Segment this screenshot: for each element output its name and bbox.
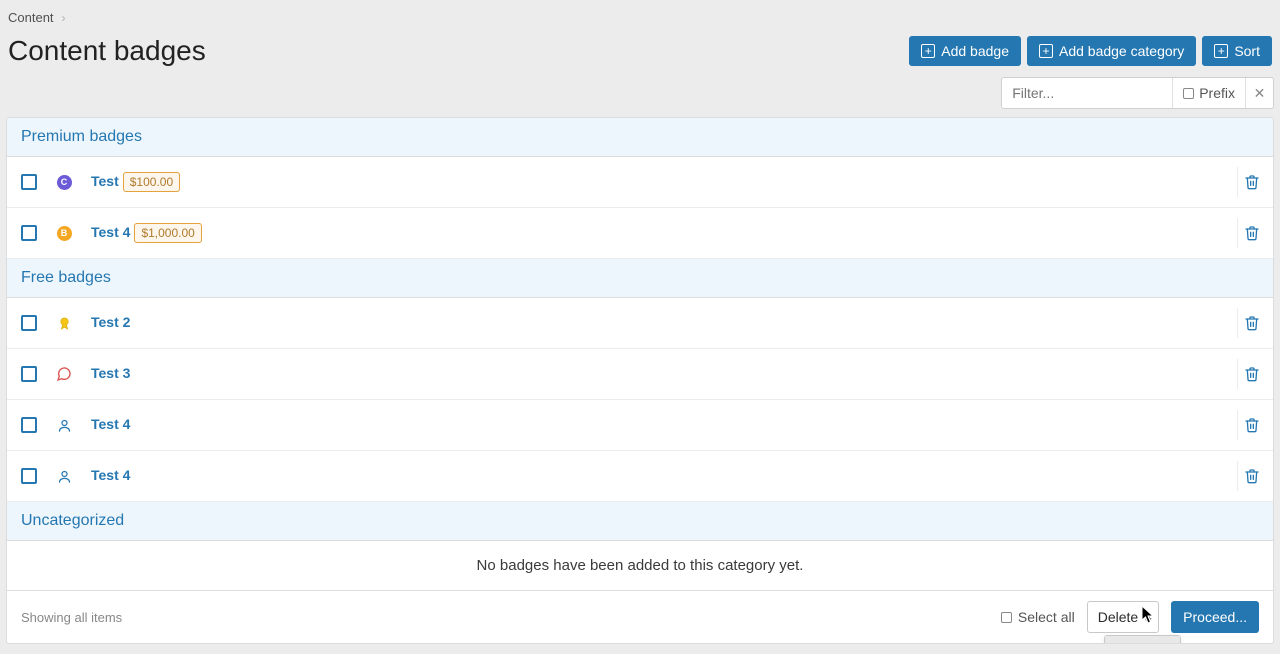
checkbox-icon xyxy=(1001,612,1012,623)
add-category-label: Add badge category xyxy=(1059,43,1184,59)
badge-name: Test 4 xyxy=(91,416,130,432)
updown-icon: ⇅ xyxy=(1143,611,1152,624)
badge-row: C Test$100.00 xyxy=(7,157,1273,208)
badge-name: Test 4 xyxy=(91,467,130,483)
delete-button[interactable] xyxy=(1237,461,1273,491)
filter-box: Prefix ✕ xyxy=(1001,77,1274,109)
row-checkbox[interactable] xyxy=(21,366,37,382)
row-checkbox[interactable] xyxy=(21,468,37,484)
badge-icon: B xyxy=(55,224,73,242)
close-icon: ✕ xyxy=(1254,85,1266,102)
add-badge-label: Add badge xyxy=(941,43,1009,59)
trash-icon xyxy=(1244,366,1260,382)
badge-name: Test 2 xyxy=(91,314,130,330)
delete-button[interactable] xyxy=(1237,410,1273,440)
badge-row: Test 4 xyxy=(7,451,1273,502)
breadcrumb: Content › xyxy=(6,6,1274,35)
category-header[interactable]: Premium badges xyxy=(7,118,1273,157)
category-header[interactable]: Free badges xyxy=(7,259,1273,298)
badge-row: B Test 4$1,000.00 xyxy=(7,208,1273,259)
proceed-button[interactable]: Proceed... xyxy=(1171,601,1259,633)
badge-link[interactable]: Test 4 xyxy=(91,467,130,485)
price-tag: $100.00 xyxy=(123,172,180,192)
badge-row: Test 4 xyxy=(7,400,1273,451)
sort-label: Sort xyxy=(1234,43,1260,59)
badge-icon xyxy=(55,467,73,485)
chevron-right-icon: › xyxy=(62,11,66,25)
delete-button[interactable] xyxy=(1237,308,1273,338)
plus-icon: + xyxy=(1039,44,1053,58)
prefix-toggle[interactable]: Prefix xyxy=(1172,78,1245,108)
filter-clear-button[interactable]: ✕ xyxy=(1245,78,1273,108)
row-checkbox[interactable] xyxy=(21,315,37,331)
badge-icon: C xyxy=(55,173,73,191)
delete-button[interactable] xyxy=(1237,359,1273,389)
empty-message: No badges have been added to this catego… xyxy=(7,541,1273,591)
delete-button[interactable] xyxy=(1237,167,1273,197)
badge-icon xyxy=(55,416,73,434)
breadcrumb-item[interactable]: Content xyxy=(8,10,54,25)
plus-icon: + xyxy=(1214,44,1228,58)
filter-input[interactable] xyxy=(1002,78,1172,108)
delete-button[interactable] xyxy=(1237,218,1273,248)
select-all-toggle[interactable]: Select all xyxy=(1001,609,1075,625)
prefix-label: Prefix xyxy=(1199,85,1235,101)
action-dropdown: DeleteDisableEnable xyxy=(1104,635,1181,644)
badges-panel: Premium badgesCTest$100.00BTest 4$1,000.… xyxy=(6,117,1274,644)
badge-link[interactable]: Test 2 xyxy=(91,314,130,332)
add-badge-button[interactable]: + Add badge xyxy=(909,36,1021,66)
checkbox-icon xyxy=(1183,88,1194,99)
action-select-value: Delete xyxy=(1098,609,1138,625)
price-tag: $1,000.00 xyxy=(134,223,201,243)
footer-status: Showing all items xyxy=(21,610,989,625)
badge-link[interactable]: Test 3 xyxy=(91,365,130,383)
row-checkbox[interactable] xyxy=(21,225,37,241)
row-checkbox[interactable] xyxy=(21,417,37,433)
badge-name: Test 3 xyxy=(91,365,130,381)
badge-icon xyxy=(55,314,73,332)
dropdown-item[interactable]: Delete xyxy=(1105,636,1180,644)
badge-link[interactable]: Test 4 xyxy=(91,416,130,434)
trash-icon xyxy=(1244,315,1260,331)
badge-name: Test xyxy=(91,173,119,189)
page-title: Content badges xyxy=(8,35,206,67)
sort-button[interactable]: + Sort xyxy=(1202,36,1272,66)
badge-link[interactable]: Test$100.00 xyxy=(91,173,180,191)
trash-icon xyxy=(1244,417,1260,433)
plus-icon: + xyxy=(921,44,935,58)
add-badge-category-button[interactable]: + Add badge category xyxy=(1027,36,1196,66)
badge-icon xyxy=(55,365,73,383)
category-header[interactable]: Uncategorized xyxy=(7,502,1273,541)
select-all-label: Select all xyxy=(1018,609,1075,625)
badge-link[interactable]: Test 4$1,000.00 xyxy=(91,224,202,242)
trash-icon xyxy=(1244,225,1260,241)
badge-row: Test 2 xyxy=(7,298,1273,349)
trash-icon xyxy=(1244,174,1260,190)
trash-icon xyxy=(1244,468,1260,484)
badge-name: Test 4 xyxy=(91,224,130,240)
badge-row: Test 3 xyxy=(7,349,1273,400)
bulk-action-select[interactable]: Delete ⇅ xyxy=(1087,601,1159,633)
row-checkbox[interactable] xyxy=(21,174,37,190)
